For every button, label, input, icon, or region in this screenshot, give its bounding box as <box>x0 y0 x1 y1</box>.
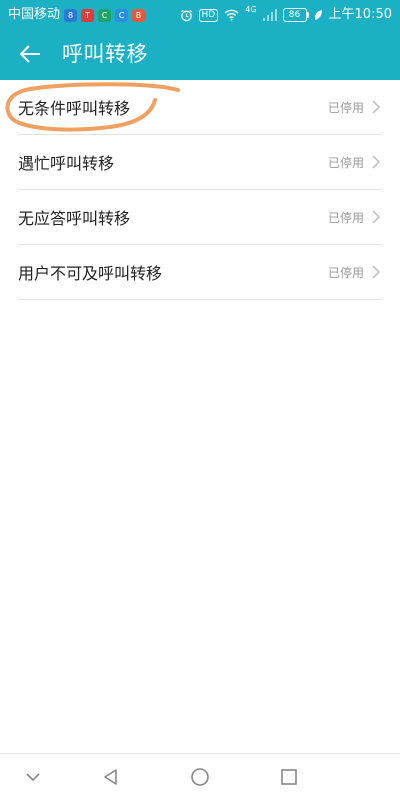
call-forwarding-list: 无条件呼叫转移 已停用 遇忙呼叫转移 已停用 无应答呼叫转移 已停用 用户不可及… <box>0 80 400 300</box>
home-circle-icon <box>191 768 209 786</box>
hd-badge: HD <box>198 8 219 22</box>
nav-back-button[interactable] <box>97 763 125 791</box>
chevron-right-icon <box>372 155 381 169</box>
back-triangle-icon <box>104 769 117 785</box>
mini-app-icon-red2: B <box>132 8 146 22</box>
list-item-no-answer[interactable]: 无应答呼叫转移 已停用 <box>18 190 382 245</box>
battery-indicator: 86 <box>282 8 309 22</box>
list-item-right: 已停用 <box>328 99 382 116</box>
signal-icon <box>262 9 277 21</box>
wifi-icon <box>224 9 239 21</box>
nav-home-button[interactable] <box>186 763 214 791</box>
chevron-down-icon <box>26 773 40 782</box>
screen: 中国移动 8 T C C B HD 4G 86 上午10:50 呼叫转移 无条件… <box>0 0 400 800</box>
page-title: 呼叫转移 <box>62 42 148 66</box>
status-right: HD 4G 86 上午10:50 <box>180 6 392 24</box>
system-nav-bar <box>0 753 400 800</box>
list-item-label: 无条件呼叫转移 <box>18 99 131 118</box>
status-left: 中国移动 8 T C C B <box>8 6 146 24</box>
chevron-right-icon <box>372 100 381 114</box>
recents-square-icon <box>281 769 297 785</box>
mini-app-icon-8: 8 <box>64 8 78 22</box>
mini-app-icon-green: C <box>98 8 112 22</box>
network-type: 4G <box>245 5 257 14</box>
list-item-right: 已停用 <box>328 264 382 281</box>
list-item-unconditional[interactable]: 无条件呼叫转移 已停用 <box>18 80 382 135</box>
status-text: 已停用 <box>327 210 364 225</box>
list-item-label: 无应答呼叫转移 <box>18 209 131 228</box>
list-item-right: 已停用 <box>328 209 382 226</box>
nav-hide-button[interactable] <box>19 763 47 791</box>
status-text: 已停用 <box>327 155 364 170</box>
leaf-icon <box>314 10 322 20</box>
clock-time: 上午10:50 <box>328 7 392 22</box>
list-item-busy[interactable]: 遇忙呼叫转移 已停用 <box>18 135 382 190</box>
page-header: 呼叫转移 <box>0 28 400 80</box>
mini-app-icon-red: T <box>81 8 95 22</box>
status-text: 已停用 <box>327 265 364 280</box>
nav-recents-button[interactable] <box>275 763 303 791</box>
mini-app-icon-blue: C <box>115 8 129 22</box>
status-text: 已停用 <box>327 100 364 115</box>
top-bar: 中国移动 8 T C C B HD 4G 86 上午10:50 呼叫转移 <box>0 0 400 80</box>
chevron-right-icon <box>372 210 381 224</box>
list-item-label: 用户不可及呼叫转移 <box>18 264 163 283</box>
carrier-name: 中国移动 <box>8 7 61 22</box>
list-item-unreachable[interactable]: 用户不可及呼叫转移 已停用 <box>18 245 382 300</box>
back-button[interactable] <box>12 38 48 70</box>
back-arrow-icon <box>19 45 40 63</box>
list-item-label: 遇忙呼叫转移 <box>18 154 115 173</box>
chevron-right-icon <box>372 265 381 279</box>
alarm-icon <box>180 9 192 21</box>
status-bar: 中国移动 8 T C C B HD 4G 86 上午10:50 <box>0 0 400 28</box>
list-item-right: 已停用 <box>328 154 382 171</box>
